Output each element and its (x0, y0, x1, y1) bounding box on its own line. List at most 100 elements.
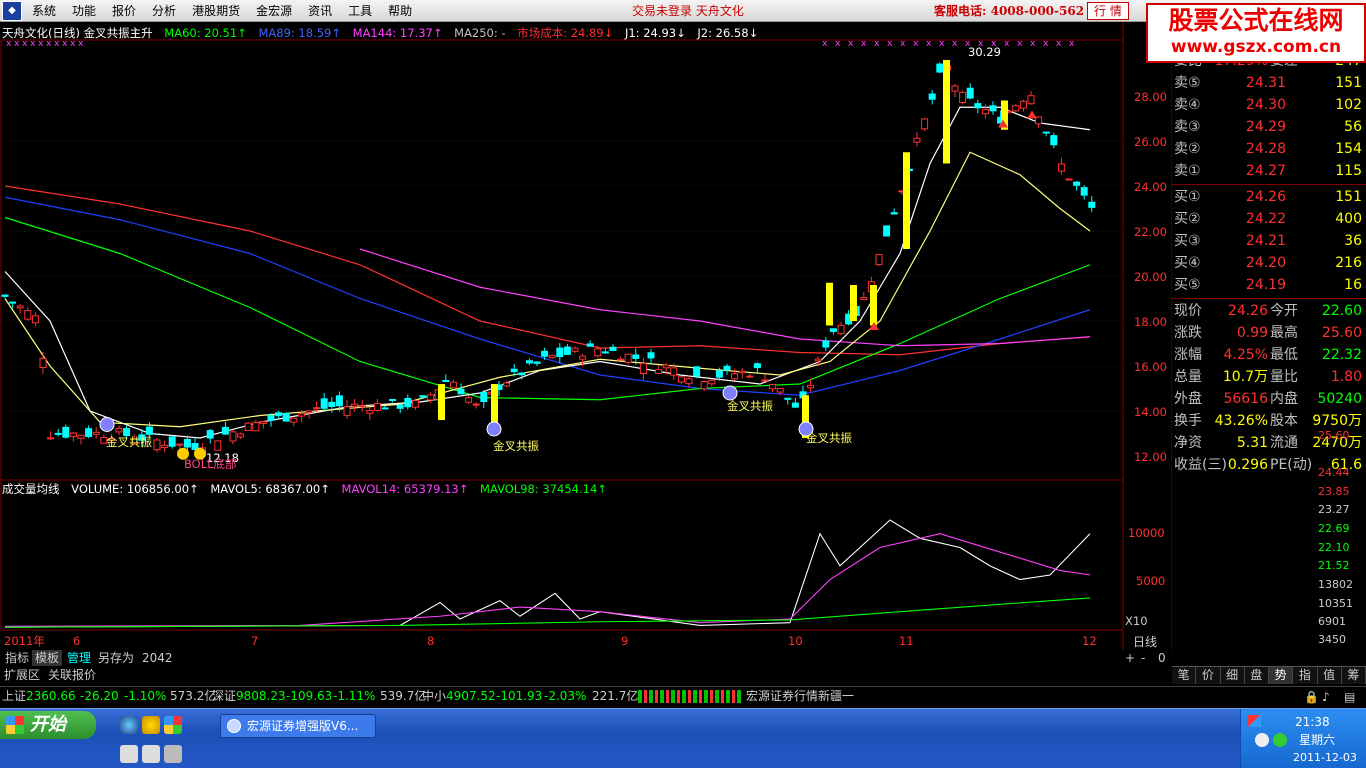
stat-value-1: 56616 (1223, 391, 1268, 407)
buy-row[interactable]: 买① 24.26 151 (1172, 186, 1366, 208)
menu-function[interactable]: 功能 (64, 0, 104, 22)
candle-body (921, 118, 929, 130)
zoom-in-button[interactable]: + (1122, 650, 1138, 666)
tab-trend[interactable]: 势 (1269, 667, 1294, 684)
menu-system[interactable]: 系统 (24, 0, 64, 22)
buy-volume: 400 (1335, 211, 1362, 227)
sell-row[interactable]: 卖① 24.27 115 (1172, 160, 1366, 182)
tab-ticks[interactable]: 笔 (1172, 667, 1197, 684)
signal-bar (850, 285, 857, 321)
buy-row[interactable]: 买③ 24.21 36 (1172, 230, 1366, 252)
candle-body (244, 422, 252, 432)
buy-volume: 216 (1335, 255, 1362, 271)
menu-hk-futures[interactable]: 港股期货 (184, 0, 248, 22)
menu-analysis[interactable]: 分析 (144, 0, 184, 22)
quick-launch-ie-icon[interactable] (120, 716, 138, 734)
price-tick: 14.00 (1134, 405, 1167, 419)
candle-body (860, 297, 868, 301)
tab-related-quote[interactable]: 关联报价 (48, 666, 96, 684)
extension-strip: 扩展区 关联报价 (0, 666, 1172, 684)
candle-body (677, 376, 685, 383)
buy-row[interactable]: 买④ 24.20 216 (1172, 252, 1366, 274)
connection-icon[interactable]: ▤ (1344, 688, 1355, 707)
candle-body (351, 403, 359, 407)
candle-body (837, 324, 845, 335)
tab-value[interactable]: 值 (1318, 667, 1342, 684)
tab-book[interactable]: 盘 (1245, 667, 1269, 684)
tab-indicator[interactable]: 指标 (2, 650, 32, 666)
stat-label-1: 换手 (1174, 413, 1202, 429)
mini-tick: 22.69 (1318, 522, 1350, 535)
tab-manage[interactable]: 管理 (64, 650, 94, 666)
app-window: ◆ 系统 功能 报价 分析 港股期货 金宏源 资讯 工具 帮助 交易未登录 天舟… (0, 0, 1366, 768)
tab-extension[interactable]: 扩展区 (4, 666, 40, 684)
stat-value-2: 22.32 (1321, 347, 1362, 363)
sell-price: 24.29 (1245, 119, 1286, 135)
quick-launch-keyboard-icon[interactable] (120, 745, 138, 763)
menu-help[interactable]: 帮助 (380, 0, 420, 22)
taskbar-app-item[interactable]: 宏源证券增强版V6... (220, 714, 376, 738)
network-icon[interactable] (1273, 733, 1287, 747)
period-label[interactable]: 日线 (1130, 634, 1172, 650)
quote-button[interactable]: 行 情 (1087, 2, 1129, 20)
mini-tick: 3450 (1318, 633, 1346, 646)
tab-chips[interactable]: 筹 (1342, 667, 1366, 684)
ime-icon[interactable] (1247, 715, 1261, 727)
candle-body (510, 368, 518, 373)
ma60-line (4, 216, 1091, 401)
up-arrow-icon (1027, 110, 1037, 119)
start-button[interactable]: 开始 (0, 711, 96, 739)
quick-launch-plus-icon[interactable] (142, 716, 160, 734)
security-shield-icon[interactable] (1255, 733, 1269, 747)
tab-template[interactable]: 模板 (32, 650, 63, 666)
quick-launch-menu-icon[interactable] (164, 745, 182, 763)
sell-row[interactable]: 卖② 24.28 154 (1172, 138, 1366, 160)
candle-body (168, 436, 176, 447)
zoom-out-button[interactable]: - (1138, 650, 1148, 666)
quick-launch-help-icon[interactable] (142, 745, 160, 763)
sell-volume: 56 (1344, 119, 1362, 135)
tab-index[interactable]: 指 (1293, 667, 1318, 684)
sell-row[interactable]: 卖③ 24.29 56 (1172, 116, 1366, 138)
index-sz-value: 9808.23 (236, 689, 286, 703)
menu-tools[interactable]: 工具 (340, 0, 380, 22)
candle-body (328, 401, 336, 407)
candle-body (761, 379, 769, 382)
clock-time[interactable]: 21:38 (1295, 715, 1330, 729)
login-status: 交易未登录 天舟文化 (632, 4, 744, 18)
taskbar-app-label: 宏源证券增强版V6... (247, 719, 359, 733)
candle-body (753, 363, 761, 369)
kline-chart[interactable]: x x x x x x x x x x x x x x x x x x x xx x x x x x x x x x (0, 22, 1172, 650)
menu-news[interactable]: 资讯 (300, 0, 340, 22)
marker-x: x (848, 39, 854, 49)
volume-line (4, 519, 1091, 628)
tab-price[interactable]: 价 (1196, 667, 1221, 684)
menu-quote[interactable]: 报价 (104, 0, 144, 22)
stat-label-2: 内盘 (1270, 391, 1298, 407)
date-tick: 9 (621, 634, 629, 648)
candle-body (9, 301, 17, 304)
candle-body (427, 394, 435, 401)
lock-icon[interactable]: 🔒 (1304, 688, 1319, 707)
candle-body (974, 103, 982, 109)
candle-body (966, 87, 974, 99)
buy-row[interactable]: 买⑤ 24.19 16 (1172, 274, 1366, 296)
candle-body (1, 294, 9, 297)
stat-label-1: 涨幅 (1174, 347, 1202, 363)
quick-launch-windows-icon[interactable] (164, 716, 182, 734)
sell-row[interactable]: 卖④ 24.30 102 (1172, 94, 1366, 116)
tab-count[interactable]: 2042 (139, 650, 176, 666)
candle-body (69, 432, 77, 437)
bell-icon[interactable]: ♪ (1322, 688, 1330, 707)
candle-body (77, 434, 85, 439)
zoom-reset-button[interactable]: 0 (1155, 650, 1169, 666)
menu-jinhongyuan[interactable]: 金宏源 (248, 0, 300, 22)
candle-body (556, 347, 564, 358)
news-ticker[interactable]: 宏源证券行情新疆一 (746, 687, 854, 706)
sell-row[interactable]: 卖⑤ 24.31 151 (1172, 72, 1366, 94)
tab-detail[interactable]: 细 (1221, 667, 1245, 684)
tab-save-as[interactable]: 另存为 (95, 650, 137, 666)
stat-value-1: 0.296 (1227, 457, 1268, 473)
buy-row[interactable]: 买② 24.22 400 (1172, 208, 1366, 230)
candle-body (525, 360, 533, 364)
